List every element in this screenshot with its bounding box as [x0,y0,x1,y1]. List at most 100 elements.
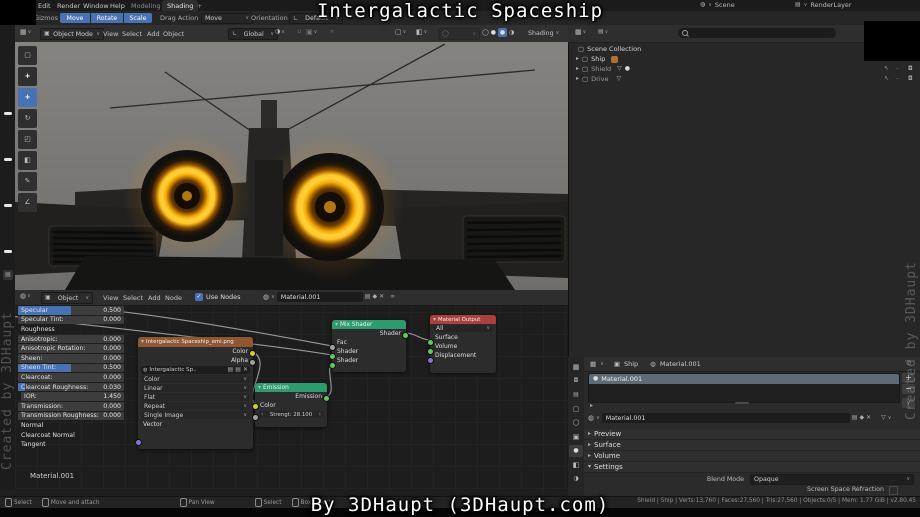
editor-icon[interactable] [590,361,596,368]
slider-transmission-roughness[interactable]: Transmission Roughness:0.000 [18,412,124,421]
node-editor[interactable]: Object View Select Add Node Use Nodes Ma… [15,290,568,490]
outliner-row-drive[interactable]: Drive [576,75,621,83]
cursor-tool[interactable] [18,67,37,86]
slider-specular-tint[interactable]: Specular Tint:0.000 [18,316,124,325]
shading-dropdown[interactable]: Shading [528,30,559,37]
alpha-output-socket[interactable] [249,359,256,366]
material-output-node[interactable]: Material Output All Surface Volume Displ… [430,315,496,373]
rendered-shading-button[interactable] [509,30,514,36]
outliner-row-shield[interactable]: Shield [576,65,630,73]
expand-icon[interactable] [576,56,579,62]
transform-tool[interactable] [18,151,37,170]
unlink-image-icon[interactable] [243,367,248,373]
material-slot-selected[interactable]: Material.001 [589,374,899,384]
shader-editor-type[interactable] [20,293,31,300]
material-datablock-selector[interactable]: Material.001 [263,292,395,302]
image-texture-node[interactable]: Intergalactic Spaceship_emi.png Color Al… [138,337,253,449]
snap-toggle[interactable] [297,29,301,35]
viewport-menu-add[interactable]: Add [147,30,160,38]
workspace-tab-add[interactable]: + [197,2,202,10]
color-space-dropdown[interactable]: Color [141,375,250,383]
expand-icon[interactable] [576,66,579,72]
collapse-icon[interactable] [141,339,144,345]
viewport-menu-select[interactable]: Select [122,30,142,38]
gizmos-dropdown[interactable] [416,29,427,36]
section-volume[interactable]: Volume [584,451,920,462]
snap-dropdown[interactable] [306,29,317,36]
slider-sheen[interactable]: Sheen:0.000 [18,354,124,363]
section-surface[interactable]: Surface [584,440,920,451]
outliner-row-scene-collection[interactable]: Scene Collection [578,45,641,53]
outliner-row-ship[interactable]: Ship [576,55,618,63]
selectable-toggle[interactable] [884,76,889,82]
source-dropdown[interactable]: Single Image [141,411,250,419]
slider-anisotropic-rotation[interactable]: Anisotropic Rotation:0.000 [18,344,124,353]
scale-toggle-button[interactable]: Scale [124,13,152,23]
object-visibility-dropdown[interactable] [395,29,406,36]
solid-shading-button[interactable] [491,30,496,36]
node-header[interactable]: Intergalactic Spaceship_emi.png [138,337,253,347]
fac-input-socket[interactable] [329,344,336,351]
output-tab[interactable] [569,389,583,401]
material-preview-button[interactable] [498,28,507,37]
strength-field[interactable]: ‹Strengt: 28.100› [258,411,324,418]
render-layer-selector[interactable]: RenderLayer [795,1,852,9]
measure-tool[interactable] [18,193,37,212]
fake-user-icon[interactable] [859,415,864,421]
selectable-toggle[interactable] [884,66,889,72]
move-toggle-button[interactable]: Move [60,13,90,23]
pivot-dropdown[interactable] [275,29,285,35]
overlays-dropdown[interactable] [438,28,480,40]
node-header[interactable]: Emission [255,383,327,392]
volume-input-socket[interactable] [427,348,434,355]
breadcrumb-object[interactable]: Ship [624,360,638,368]
node-menu-node[interactable]: Node [165,294,182,302]
target-dropdown[interactable]: All [433,325,493,332]
section-settings[interactable]: Settings [584,462,920,473]
slider-sheen-tint[interactable]: Sheen Tint:0.500 [18,364,124,373]
hide-toggle[interactable] [896,76,899,82]
interpolation-dropdown[interactable]: Linear [141,384,250,392]
hide-toggle[interactable] [896,66,899,72]
color-output-socket[interactable] [249,350,256,357]
render-toggle[interactable] [908,66,913,72]
menu-render[interactable]: Render [57,2,80,10]
open-image-icon[interactable] [228,367,234,373]
mix-shader-node[interactable]: Mix Shader Shader Fac Shader Shader [332,320,406,372]
wireframe-shading-button[interactable] [482,30,489,36]
strength-input-socket[interactable] [252,414,259,421]
collapse-icon[interactable] [433,317,436,323]
node-menu-view[interactable]: View [103,294,118,302]
ssr-checkbox[interactable] [889,486,898,495]
viewport-menu-view[interactable]: View [103,30,118,38]
editor-type-selector[interactable] [20,29,31,36]
workspace-tab-modeling[interactable]: Modeling [131,2,161,10]
outliner-scene-dropdown[interactable] [598,29,608,35]
menu-edit[interactable]: Edit [38,2,51,10]
viewport-canvas[interactable] [15,42,568,290]
fake-user-icon[interactable] [372,294,377,300]
slider-anisotropic[interactable]: Anisotropic:0.000 [18,335,124,344]
filter-icon[interactable] [881,415,886,421]
extension-dropdown[interactable]: Repeat [141,402,250,410]
orientation-dropdown[interactable]: Default [289,13,343,24]
object-tab[interactable] [569,431,583,443]
material-id-selector[interactable]: Material.001 [588,413,891,423]
emission-output-socket[interactable] [323,395,330,402]
collapse-icon[interactable] [335,322,338,328]
new-material-icon[interactable] [365,294,371,300]
scene-selector[interactable]: Scene [700,1,735,9]
menu-window[interactable]: Window [83,2,109,10]
shader2-input-socket[interactable] [329,362,336,369]
rotate-tool[interactable] [18,109,37,128]
proportional-edit-toggle[interactable] [330,29,334,35]
new-material-icon[interactable] [852,415,858,421]
active-tool-dropdown[interactable]: Move [201,13,253,24]
field-ior[interactable]: IOR:1.450 [21,392,124,401]
slider-clearcoat-roughness[interactable]: Clearcoat Roughness:0.030 [18,383,124,392]
outliner-search-input[interactable] [691,28,815,38]
unlink-icon[interactable] [379,294,384,300]
transform-orientation-dropdown[interactable]: Global [228,28,278,40]
slot-list-expand-icon[interactable] [590,403,593,409]
outliner-search[interactable] [678,28,836,38]
